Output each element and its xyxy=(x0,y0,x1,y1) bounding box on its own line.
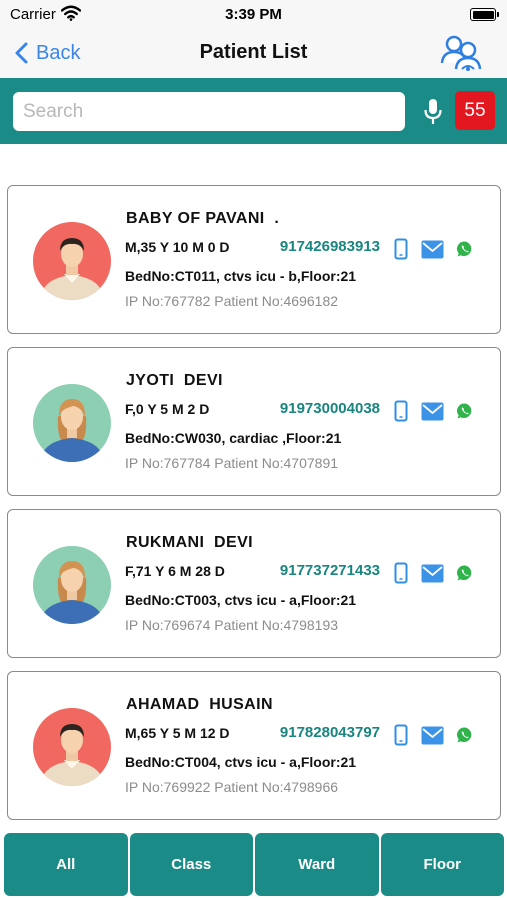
patient-name: BABY OF PAVANI . xyxy=(126,210,280,227)
filter-bar: All Class Ward Floor xyxy=(4,833,504,896)
search-input[interactable] xyxy=(13,92,405,131)
battery-icon xyxy=(470,8,499,21)
patient-list: BABY OF PAVANI . M,35 Y 10 M 0 D 9174269… xyxy=(7,185,501,833)
filter-all-button[interactable]: All xyxy=(4,833,128,896)
patient-name: AHAMAD HUSAIN xyxy=(126,696,273,713)
patient-card[interactable]: RUKMANI DEVI F,71 Y 6 M 28 D 91773727143… xyxy=(7,509,501,658)
whatsapp-icon[interactable] xyxy=(456,726,474,744)
mobile-phone-icon[interactable] xyxy=(394,724,408,746)
mail-icon[interactable] xyxy=(421,240,444,259)
chevron-left-icon xyxy=(15,42,28,64)
patient-card[interactable]: AHAMAD HUSAIN M,65 Y 5 M 12 D 9178280437… xyxy=(7,671,501,820)
ip-patient-number: IP No:767782 Patient No:4696182 xyxy=(125,293,339,309)
female-avatar xyxy=(33,384,111,462)
mobile-phone-icon[interactable] xyxy=(394,562,408,584)
patient-age: F,0 Y 5 M 2 D xyxy=(125,401,210,417)
mail-icon[interactable] xyxy=(421,726,444,745)
bed-info: BedNo:CT004, ctvs icu - a,Floor:21 xyxy=(125,754,357,770)
patient-phone-number[interactable]: 919730004038 xyxy=(280,400,380,417)
filter-class-button[interactable]: Class xyxy=(129,833,253,896)
doctors-icon[interactable] xyxy=(437,33,485,73)
bed-info: BedNo:CW030, cardiac ,Floor:21 xyxy=(125,430,342,446)
patient-age: M,35 Y 10 M 0 D xyxy=(125,239,230,255)
status-bar: Carrier 3:39 PM xyxy=(0,0,507,30)
back-label: Back xyxy=(36,41,81,64)
patient-card[interactable]: BABY OF PAVANI . M,35 Y 10 M 0 D 9174269… xyxy=(7,185,501,334)
whatsapp-icon[interactable] xyxy=(456,564,474,582)
search-box xyxy=(13,92,405,131)
female-avatar xyxy=(33,546,111,624)
mobile-phone-icon[interactable] xyxy=(394,238,408,260)
status-time: 3:39 PM xyxy=(225,6,282,23)
whatsapp-icon[interactable] xyxy=(456,402,474,420)
search-bar: 55 xyxy=(0,78,507,144)
whatsapp-icon[interactable] xyxy=(456,240,474,258)
patient-age: M,65 Y 5 M 12 D xyxy=(125,725,230,741)
bed-info: BedNo:CT003, ctvs icu - a,Floor:21 xyxy=(125,592,357,608)
male-avatar xyxy=(33,708,111,786)
patient-phone-number[interactable]: 917737271433 xyxy=(280,562,380,579)
patient-phone-number[interactable]: 917426983913 xyxy=(280,238,380,255)
mobile-phone-icon[interactable] xyxy=(394,400,408,422)
filter-ward-button[interactable]: Ward xyxy=(255,833,379,896)
filter-floor-button[interactable]: Floor xyxy=(380,833,504,896)
patient-name: JYOTI DEVI xyxy=(126,372,223,389)
patient-age: F,71 Y 6 M 28 D xyxy=(125,563,225,579)
ip-patient-number: IP No:769674 Patient No:4798193 xyxy=(125,617,339,633)
bed-info: BedNo:CT011, ctvs icu - b,Floor:21 xyxy=(125,268,357,284)
ip-patient-number: IP No:767784 Patient No:4707891 xyxy=(125,455,339,471)
back-button[interactable]: Back xyxy=(14,38,80,68)
navigation-bar: Back Patient List xyxy=(0,30,507,78)
patient-name: RUKMANI DEVI xyxy=(126,534,253,551)
patient-card[interactable]: JYOTI DEVI F,0 Y 5 M 2 D 919730004038 Be… xyxy=(7,347,501,496)
male-avatar xyxy=(33,222,111,300)
mic-icon[interactable] xyxy=(423,98,443,126)
mail-icon[interactable] xyxy=(421,564,444,583)
patient-phone-number[interactable]: 917828043797 xyxy=(280,724,380,741)
patient-count-badge: 55 xyxy=(455,91,495,130)
mail-icon[interactable] xyxy=(421,402,444,421)
ip-patient-number: IP No:769922 Patient No:4798966 xyxy=(125,779,339,795)
